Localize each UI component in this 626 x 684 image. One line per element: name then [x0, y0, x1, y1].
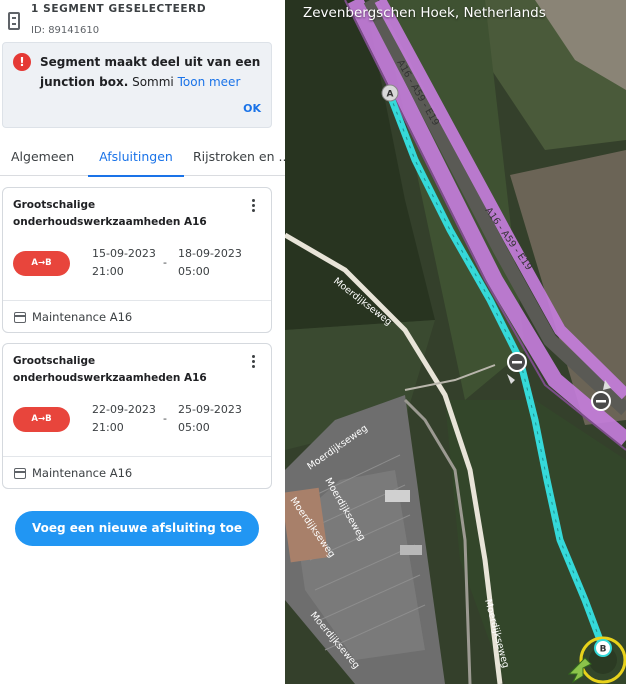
app-root: 1 SEGMENT GESELECTEERD ID: 89141610 ! Se…: [0, 0, 626, 684]
map-location-label: Zevenbergschen Hoek, Netherlands: [303, 5, 546, 21]
segment-title: 1 SEGMENT GESELECTEERD: [31, 3, 207, 15]
tab-bar: Algemeen Afsluitingen Rijstroken en ...: [0, 140, 285, 177]
end-time: 05:00: [178, 421, 210, 434]
calendar-icon: [14, 312, 26, 323]
card-divider: [3, 300, 271, 301]
node-a-marker[interactable]: A: [381, 84, 399, 102]
node-b-label: B: [600, 645, 607, 655]
alert-message-rest: Sommi: [128, 75, 174, 89]
map-view[interactable]: A16 - A59 - E19 A16 - A59 - E19 Moerdijk…: [285, 0, 626, 684]
segment-icon: [8, 12, 20, 30]
satellite-map[interactable]: A16 - A59 - E19 A16 - A59 - E19 Moerdijk…: [285, 0, 626, 684]
direction-badge[interactable]: A→B: [13, 407, 70, 432]
closure-title: Grootschalige onderhoudswerkzaamheden A1…: [13, 199, 207, 228]
more-options-icon[interactable]: [249, 354, 259, 370]
more-options-icon[interactable]: [249, 198, 259, 214]
tab-closures[interactable]: Afsluitingen: [88, 140, 184, 177]
card-divider: [3, 456, 271, 457]
segment-header: 1 SEGMENT GESELECTEERD ID: 89141610: [0, 0, 285, 40]
calendar-icon: [14, 468, 26, 479]
minus-circle-icon[interactable]: [591, 391, 611, 411]
junction-box-alert: ! Segment maakt deel uit van een junctio…: [2, 42, 272, 128]
segment-id: ID: 89141610: [31, 25, 100, 36]
tab-general[interactable]: Algemeen: [11, 140, 74, 176]
end-date: 18-09-2023: [178, 247, 242, 260]
minus-circle-icon[interactable]: [507, 352, 527, 372]
closure-card[interactable]: Grootschalige onderhoudswerkzaamheden A1…: [2, 187, 272, 333]
alert-ok-button[interactable]: OK: [243, 102, 261, 115]
show-more-link[interactable]: Toon meer: [178, 75, 241, 89]
end-date: 25-09-2023: [178, 403, 242, 416]
tab-lanes[interactable]: Rijstroken en ...: [193, 140, 285, 176]
segment-panel: 1 SEGMENT GESELECTEERD ID: 89141610 ! Se…: [0, 0, 285, 684]
end-time: 05:00: [178, 265, 210, 278]
date-separator: -: [163, 412, 167, 425]
start-time: 21:00: [92, 421, 124, 434]
start-date: 22-09-2023: [92, 403, 156, 416]
start-time: 21:00: [92, 265, 124, 278]
alert-message: Segment maakt deel uit van een junction …: [40, 52, 266, 92]
closure-reason: Maintenance A16: [32, 466, 133, 480]
direction-badge[interactable]: A→B: [13, 251, 70, 276]
start-date: 15-09-2023: [92, 247, 156, 260]
node-b-marker[interactable]: B: [594, 639, 612, 657]
closure-title: Grootschalige onderhoudswerkzaamheden A1…: [13, 355, 207, 384]
add-closure-button[interactable]: Voeg een nieuwe afsluiting toe: [15, 511, 259, 546]
date-separator: -: [163, 256, 167, 269]
closure-reason: Maintenance A16: [32, 310, 133, 324]
error-icon: !: [13, 53, 31, 71]
closure-card[interactable]: Grootschalige onderhoudswerkzaamheden A1…: [2, 343, 272, 489]
node-a-label: A: [387, 90, 394, 100]
